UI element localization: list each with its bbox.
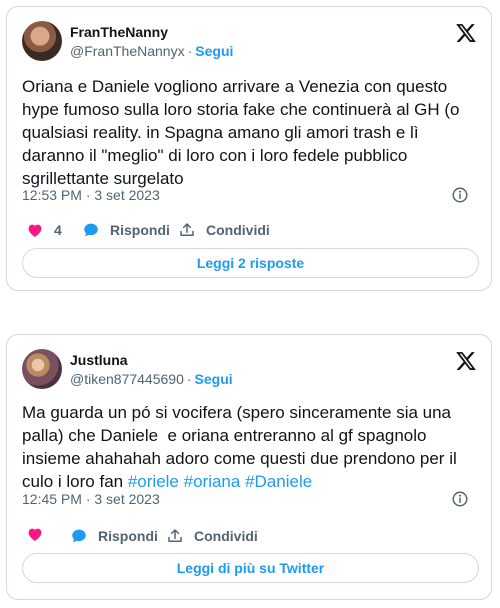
tweet-meta: 12:53 PM · 3 set 2023: [22, 185, 479, 205]
share-button[interactable]: Condividi: [178, 219, 270, 241]
action-bar: Rispondi Condividi: [22, 525, 479, 547]
tweet-header: FranTheNanny @FranTheNannyx · Segui: [22, 19, 479, 67]
read-replies-button[interactable]: Leggi 2 risposte: [22, 248, 479, 278]
share-label: Condividi: [206, 222, 270, 238]
heart-icon: [28, 224, 42, 237]
user-info: FranTheNanny @FranTheNannyx · Segui: [70, 23, 233, 60]
avatar[interactable]: [22, 21, 62, 61]
display-name[interactable]: FranTheNanny: [70, 23, 233, 41]
speech-bubble-icon: [72, 529, 86, 543]
share-upload-icon: [180, 223, 194, 236]
separator-dot: ·: [186, 371, 192, 387]
info-icon[interactable]: [451, 186, 469, 204]
heart-icon: [28, 528, 42, 541]
user-info: Justluna @tiken877445690 · Segui: [70, 351, 233, 388]
x-logo-icon[interactable]: [455, 22, 477, 44]
separator-dot: ·: [187, 43, 193, 59]
handle-line: @FranTheNannyx · Segui: [70, 42, 233, 60]
tweet-text-body: Ma guarda un pó si vocifera (spero since…: [22, 403, 462, 491]
tweet-header: Justluna @tiken877445690 · Segui: [22, 347, 479, 395]
action-bar: 4 Rispondi Condividi: [22, 219, 479, 241]
tweet-text: Oriana e Daniele vogliono arrivare a Ven…: [22, 77, 465, 188]
handle-line: @tiken877445690 · Segui: [70, 370, 233, 388]
share-upload-icon: [168, 529, 182, 542]
follow-button[interactable]: Segui: [195, 43, 233, 59]
tweet-card: Justluna @tiken877445690 · Segui Ma guarda…: [6, 334, 492, 600]
reply-label: Rispondi: [110, 222, 170, 238]
timestamp[interactable]: 12:45 PM · 3 set 2023: [22, 491, 160, 507]
user-handle[interactable]: @FranTheNannyx: [70, 43, 185, 59]
tweet-meta: 12:45 PM · 3 set 2023: [22, 489, 479, 509]
tweet-card: FranTheNanny @FranTheNannyx · Segui Oriana…: [6, 6, 492, 291]
tweet-text: Ma guarda un pó si vocifera (spero since…: [22, 401, 479, 493]
share-label: Condividi: [194, 528, 258, 544]
reply-button[interactable]: Rispondi: [82, 219, 170, 241]
avatar[interactable]: [22, 349, 62, 389]
reply-label: Rispondi: [98, 528, 158, 544]
like-count: 4: [54, 222, 62, 238]
share-button[interactable]: Condividi: [166, 525, 258, 547]
info-icon[interactable]: [451, 490, 469, 508]
follow-button[interactable]: Segui: [195, 371, 233, 387]
read-more-button[interactable]: Leggi di più su Twitter: [22, 553, 479, 583]
timestamp[interactable]: 12:53 PM · 3 set 2023: [22, 187, 160, 203]
display-name[interactable]: Justluna: [70, 351, 233, 369]
like-button[interactable]: [26, 525, 54, 543]
x-logo-icon[interactable]: [455, 350, 477, 372]
user-handle[interactable]: @tiken877445690: [70, 371, 184, 387]
speech-bubble-icon: [84, 223, 98, 237]
like-button[interactable]: 4: [26, 219, 62, 241]
reply-button[interactable]: Rispondi: [70, 525, 158, 547]
